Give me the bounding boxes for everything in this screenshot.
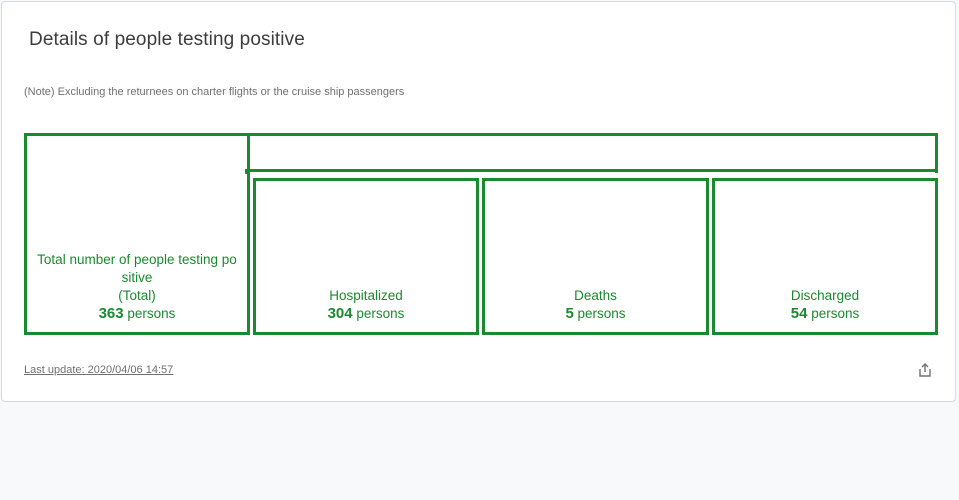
- hospitalized-label: Hospitalized: [329, 288, 403, 303]
- hospitalized-content: Hospitalized 304 persons: [260, 287, 472, 323]
- deaths-label: Deaths: [574, 288, 617, 303]
- discharged-unit: persons: [807, 306, 860, 321]
- hospitalized-box: Hospitalized 304 persons: [253, 178, 479, 335]
- hospitalized-count: 304 persons: [260, 305, 472, 323]
- total-positive-unit: persons: [123, 306, 176, 321]
- deaths-box: Deaths 5 persons: [482, 178, 709, 335]
- share-icon-graphic: [919, 363, 931, 377]
- total-positive-value: 363: [98, 305, 124, 322]
- positive-details-card: Details of people testing positive (Note…: [1, 1, 956, 402]
- note-text: (Note) Excluding the returnees on charte…: [24, 86, 405, 98]
- discharged-box: Discharged 54 persons: [712, 178, 938, 335]
- discharged-value: 54: [790, 305, 808, 322]
- deaths-value: 5: [565, 305, 574, 322]
- deaths-unit: persons: [573, 306, 626, 321]
- share-icon[interactable]: [917, 362, 933, 378]
- total-positive-content: Total number of people testing po sitive…: [31, 251, 243, 323]
- total-positive-sublabel: (Total): [118, 288, 156, 303]
- last-update-link[interactable]: Last update: 2020/04/06 14:57: [24, 364, 173, 376]
- total-positive-box: Total number of people testing po sitive…: [24, 133, 250, 335]
- discharged-label: Discharged: [790, 288, 860, 303]
- diagram-connector-bar: [245, 169, 938, 174]
- deaths-count: 5 persons: [489, 305, 702, 323]
- deaths-content: Deaths 5 persons: [489, 287, 702, 323]
- discharged-content: Discharged 54 persons: [719, 287, 931, 323]
- card-title: Details of people testing positive: [29, 29, 305, 50]
- hospitalized-unit: persons: [352, 306, 405, 321]
- discharged-count: 54 persons: [719, 305, 931, 323]
- total-positive-count: 363 persons: [31, 305, 243, 323]
- total-positive-label: Total number of people testing po sitive: [37, 252, 237, 285]
- hospitalized-value: 304: [327, 305, 353, 322]
